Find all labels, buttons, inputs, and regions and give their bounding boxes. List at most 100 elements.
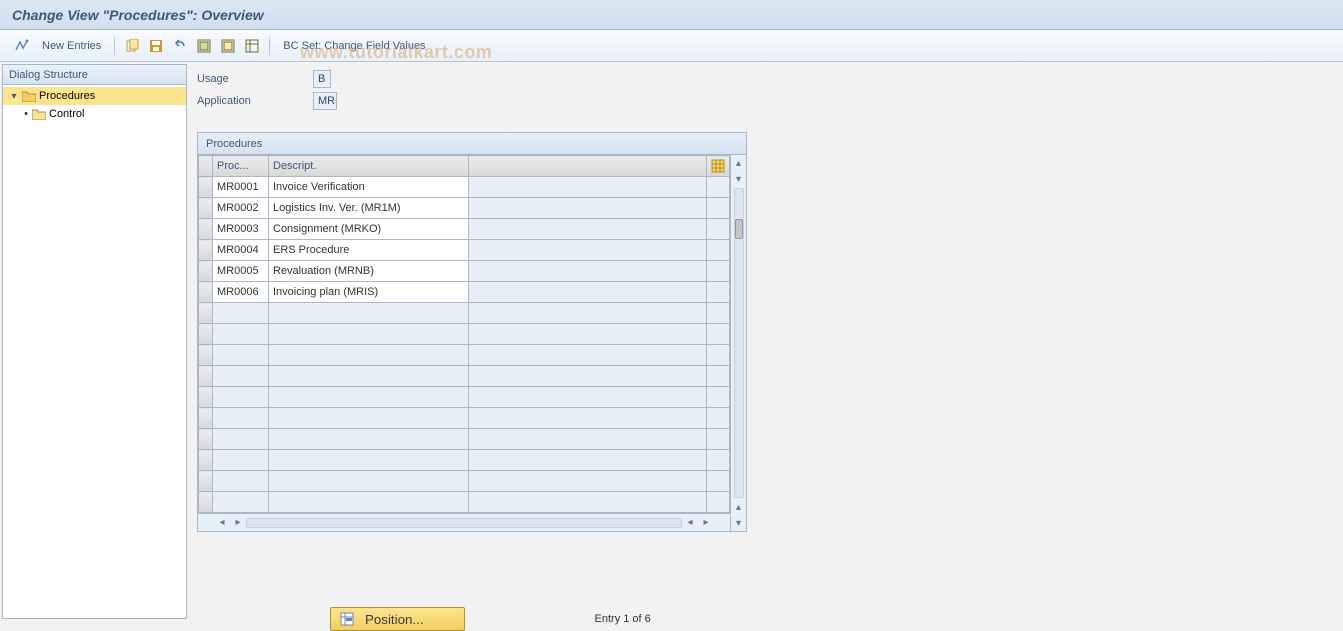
cell-empty — [469, 303, 707, 324]
vscroll-track[interactable] — [734, 188, 744, 498]
procedures-table[interactable]: Proc... Descript. MR0001Invoice Verifica… — [198, 155, 730, 513]
vertical-scrollbar[interactable]: ▴ ▾ ▴ ▾ — [730, 155, 746, 531]
row-selector[interactable] — [199, 345, 213, 366]
vscroll-thumb[interactable] — [735, 219, 743, 239]
table-row[interactable] — [199, 408, 730, 429]
usage-value[interactable]: B — [313, 70, 331, 88]
row-selector[interactable] — [199, 324, 213, 345]
copy-icon[interactable] — [122, 36, 142, 56]
cell-desc[interactable]: Invoice Verification — [269, 177, 469, 198]
row-selector[interactable] — [199, 240, 213, 261]
cell-empty[interactable] — [213, 471, 269, 492]
table-row[interactable]: MR0004ERS Procedure — [199, 240, 730, 261]
table-row[interactable] — [199, 324, 730, 345]
horizontal-scrollbar[interactable]: ◂ ▸ ◂ ▸ — [198, 513, 730, 531]
cell-empty[interactable] — [213, 324, 269, 345]
scroll-up-end-icon[interactable]: ▴ — [732, 500, 746, 514]
cell-empty[interactable] — [269, 303, 469, 324]
hscroll-track[interactable] — [246, 518, 682, 528]
row-selector[interactable] — [199, 366, 213, 387]
cell-empty[interactable] — [269, 387, 469, 408]
table-row[interactable] — [199, 492, 730, 513]
cell-empty[interactable] — [213, 387, 269, 408]
column-header-desc[interactable]: Descript. — [269, 156, 469, 177]
application-value[interactable]: MR — [313, 92, 337, 110]
row-selector[interactable] — [199, 492, 213, 513]
other-view-icon[interactable] — [12, 36, 32, 56]
cell-empty[interactable] — [269, 345, 469, 366]
row-selector[interactable] — [199, 177, 213, 198]
tree-item-procedures[interactable]: ▾ Procedures — [3, 87, 186, 105]
cell-proc[interactable]: MR0005 — [213, 261, 269, 282]
table-row[interactable]: MR0001Invoice Verification — [199, 177, 730, 198]
save-icon[interactable] — [146, 36, 166, 56]
cell-empty[interactable] — [213, 366, 269, 387]
table-row[interactable] — [199, 387, 730, 408]
select-all-icon[interactable] — [194, 36, 214, 56]
new-entries-button[interactable]: New Entries — [36, 36, 107, 56]
select-all-column[interactable] — [199, 156, 213, 177]
row-selector[interactable] — [199, 387, 213, 408]
row-selector[interactable] — [199, 429, 213, 450]
scroll-left-icon[interactable]: ◂ — [215, 516, 229, 530]
scroll-down-end-icon[interactable]: ▾ — [732, 516, 746, 530]
position-button[interactable]: Position... — [330, 607, 465, 631]
table-row[interactable] — [199, 471, 730, 492]
row-selector[interactable] — [199, 303, 213, 324]
cell-desc[interactable]: Logistics Inv. Ver. (MR1M) — [269, 198, 469, 219]
cell-empty[interactable] — [269, 429, 469, 450]
cell-empty[interactable] — [213, 429, 269, 450]
column-header-proc[interactable]: Proc... — [213, 156, 269, 177]
table-row[interactable] — [199, 303, 730, 324]
configure-icon[interactable] — [242, 36, 262, 56]
row-selector[interactable] — [199, 198, 213, 219]
tree-item-control[interactable]: • Control — [3, 105, 186, 123]
cell-desc[interactable]: ERS Procedure — [269, 240, 469, 261]
scroll-right-icon[interactable]: ▸ — [231, 516, 245, 530]
cell-proc[interactable]: MR0001 — [213, 177, 269, 198]
table-row[interactable]: MR0003Consignment (MRKO) — [199, 219, 730, 240]
row-selector[interactable] — [199, 471, 213, 492]
cell-empty[interactable] — [213, 345, 269, 366]
scroll-left-end-icon[interactable]: ◂ — [683, 516, 697, 530]
cell-desc[interactable]: Revaluation (MRNB) — [269, 261, 469, 282]
table-row[interactable]: MR0006Invoicing plan (MRIS) — [199, 282, 730, 303]
cell-empty[interactable] — [213, 303, 269, 324]
table-row[interactable]: MR0005Revaluation (MRNB) — [199, 261, 730, 282]
table-config-button[interactable] — [707, 156, 730, 177]
bc-set-button[interactable]: BC Set: Change Field Values — [277, 36, 431, 56]
scroll-down-icon[interactable]: ▾ — [732, 172, 746, 186]
cell-proc[interactable]: MR0006 — [213, 282, 269, 303]
table-row[interactable] — [199, 345, 730, 366]
table-row[interactable]: MR0002Logistics Inv. Ver. (MR1M) — [199, 198, 730, 219]
row-selector[interactable] — [199, 450, 213, 471]
cell-desc[interactable]: Invoicing plan (MRIS) — [269, 282, 469, 303]
toolbar: New Entries BC Set: Change Field Values — [0, 30, 1343, 62]
cell-proc[interactable]: MR0003 — [213, 219, 269, 240]
table-row[interactable] — [199, 366, 730, 387]
cell-empty[interactable] — [213, 408, 269, 429]
cell-empty[interactable] — [269, 471, 469, 492]
cell-proc[interactable]: MR0002 — [213, 198, 269, 219]
cell-empty — [469, 450, 707, 471]
cell-empty[interactable] — [269, 408, 469, 429]
cell-empty[interactable] — [269, 450, 469, 471]
deselect-all-icon[interactable] — [218, 36, 238, 56]
cell-proc[interactable]: MR0004 — [213, 240, 269, 261]
row-selector[interactable] — [199, 219, 213, 240]
cell-empty[interactable] — [269, 366, 469, 387]
table-row[interactable] — [199, 450, 730, 471]
cell-desc[interactable]: Consignment (MRKO) — [269, 219, 469, 240]
scroll-right-end-icon[interactable]: ▸ — [699, 516, 713, 530]
undo-icon[interactable] — [170, 36, 190, 56]
row-selector[interactable] — [199, 261, 213, 282]
cell-empty[interactable] — [213, 492, 269, 513]
cell-empty[interactable] — [269, 324, 469, 345]
row-selector[interactable] — [199, 408, 213, 429]
cell-empty[interactable] — [213, 450, 269, 471]
expand-caret-icon[interactable]: ▾ — [9, 91, 19, 101]
row-selector[interactable] — [199, 282, 213, 303]
cell-empty[interactable] — [269, 492, 469, 513]
scroll-up-icon[interactable]: ▴ — [732, 156, 746, 170]
table-row[interactable] — [199, 429, 730, 450]
